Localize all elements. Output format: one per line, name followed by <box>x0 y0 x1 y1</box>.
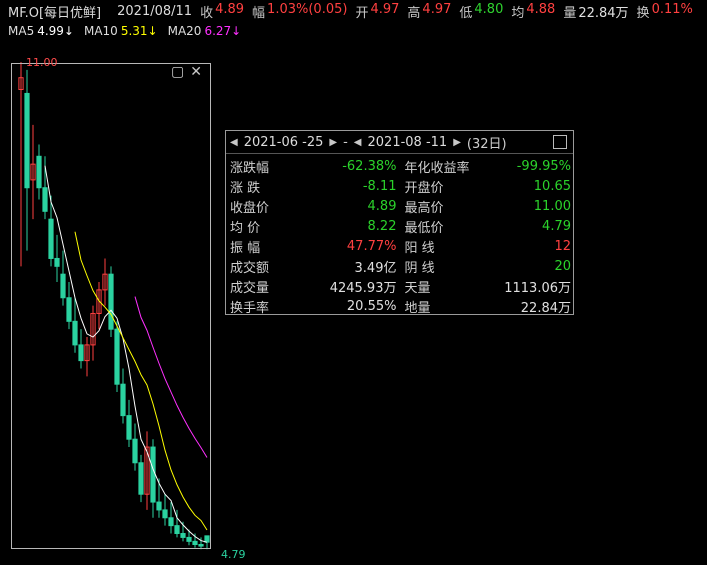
range-nav: ◀ 2021-06 -25 ▶ - ◀ 2021-08 -11 ▶ (32日) <box>226 131 573 154</box>
stats-value: 4.79 <box>542 218 571 234</box>
low-value: 4.80 <box>474 1 504 17</box>
turnover-value: 0.11% <box>651 1 693 17</box>
volume-value: 22.84万 <box>578 5 629 21</box>
quote-date: 2021/08/11 <box>117 3 193 19</box>
stats-row: 涨跌幅 -62.38% 年化收益率 -99.95% <box>226 156 575 176</box>
range-stats-panel: ◀ 2021-06 -25 ▶ - ◀ 2021-08 -11 ▶ (32日) … <box>225 130 575 316</box>
window-restore-icon[interactable]: ▢ <box>171 64 184 80</box>
open-value: 4.97 <box>370 1 400 17</box>
stats-key: 天量 <box>404 280 431 296</box>
stats-value: 3.49亿 <box>354 260 397 276</box>
volume-label: 量 <box>563 5 577 21</box>
stats-key: 年化收益率 <box>404 160 470 176</box>
stats-row: 收盘价 4.89 最高价 11.00 <box>226 196 575 216</box>
stats-table: 涨跌幅 -62.38% 年化收益率 -99.95% 涨 跌 -8.11 开盘价 … <box>226 156 575 316</box>
turnover-pair: 换 0.11% <box>637 2 693 21</box>
stats-value: 47.77% <box>346 238 397 254</box>
ma20-item: MA20 6.27↓ <box>168 24 242 38</box>
stats-value: 11.00 <box>533 198 571 214</box>
avg-pair: 均 4.88 <box>511 2 555 21</box>
low-pair: 低 4.80 <box>459 2 503 21</box>
arrow-right-icon[interactable]: ▶ <box>329 137 337 148</box>
stats-row: 振 幅 47.77% 阳 线 12 <box>226 236 575 256</box>
arrow-left-icon-2[interactable]: ◀ <box>354 137 362 148</box>
end-date[interactable]: 2021-08 -11 <box>368 135 448 150</box>
ma10-value: 5.31↓ <box>120 24 158 38</box>
volume-pair: 量 22.84万 <box>563 2 628 21</box>
close-icon[interactable]: ✕ <box>190 64 202 80</box>
open-label: 开 <box>355 5 369 21</box>
stats-key: 振 幅 <box>230 240 261 256</box>
stats-key: 均 价 <box>230 220 261 236</box>
turnover-label: 换 <box>636 5 650 21</box>
ma20-label: MA20 <box>167 24 202 38</box>
stats-value: -8.11 <box>362 178 397 194</box>
symbol-title: MF.O[每日优鲜] <box>8 5 102 21</box>
stats-key: 阴 线 <box>404 260 435 276</box>
stats-row: 成交量 4245.93万 天量 1113.06万 <box>226 276 575 296</box>
stats-key: 涨跌幅 <box>230 160 270 176</box>
avg-label: 均 <box>511 5 525 21</box>
ma10-label: MA10 <box>83 24 118 38</box>
high-label: 高 <box>407 5 421 21</box>
stats-value: 20.55% <box>346 298 397 314</box>
high-pair: 高 4.97 <box>407 2 451 21</box>
close-value: 4.89 <box>215 1 245 17</box>
arrow-left-icon[interactable]: ◀ <box>230 137 238 148</box>
ma10-item: MA10 5.31↓ <box>84 24 158 38</box>
close-pair: 收 4.89 <box>200 2 244 21</box>
stats-value: 4245.93万 <box>329 280 397 296</box>
low-price-label: 4.79 <box>221 548 246 561</box>
stats-key: 换手率 <box>230 300 270 316</box>
stats-value: 10.65 <box>533 178 571 194</box>
stats-value: -62.38% <box>342 158 397 174</box>
arrow-right-icon-2[interactable]: ▶ <box>453 137 461 148</box>
stats-row: 换手率 20.55% 地量 22.84万 <box>226 296 575 316</box>
high-price-label: 11.00 <box>26 56 58 69</box>
ma20-value: 6.27↓ <box>204 24 242 38</box>
stats-key: 最高价 <box>404 200 444 216</box>
low-label: 低 <box>459 5 473 21</box>
ma5-value: 4.99↓ <box>37 24 74 38</box>
stats-value: 20 <box>554 258 571 274</box>
change-label: 幅 <box>252 5 266 21</box>
stats-row: 成交额 3.49亿 阴 线 20 <box>226 256 575 276</box>
stats-value: 22.84万 <box>520 300 571 316</box>
stats-value: 4.89 <box>367 198 397 214</box>
stats-key: 阳 线 <box>404 240 435 256</box>
avg-value: 4.88 <box>526 1 556 17</box>
close-label: 收 <box>200 5 214 21</box>
moving-average-bar: MA5 4.99↓ MA10 5.31↓ MA20 6.27↓ <box>0 22 241 40</box>
stats-key: 收盘价 <box>230 200 270 216</box>
stats-row: 均 价 8.22 最低价 4.79 <box>226 216 575 236</box>
stats-value: -99.95% <box>516 158 571 174</box>
days-count: (32日) <box>466 136 507 152</box>
high-value: 4.97 <box>422 1 452 17</box>
quote-header: MF.O[每日优鲜] 2021/08/11 收 4.89 幅 1.03%(0.0… <box>0 0 707 22</box>
change-pair: 幅 1.03%(0.05) <box>252 2 347 21</box>
stats-value: 8.22 <box>367 218 397 234</box>
close-icon[interactable] <box>553 135 567 149</box>
date-separator: - <box>343 134 348 150</box>
range-selection-rect[interactable] <box>11 63 211 549</box>
stats-key: 地量 <box>404 300 431 316</box>
open-pair: 开 4.97 <box>355 2 399 21</box>
stats-key: 涨 跌 <box>230 180 261 196</box>
stats-row: 涨 跌 -8.11 开盘价 10.65 <box>226 176 575 196</box>
stats-value: 1113.06万 <box>504 280 571 296</box>
ma5-label: MA5 <box>8 24 35 38</box>
stats-key: 成交量 <box>230 280 270 296</box>
stats-key: 成交额 <box>230 260 270 276</box>
stats-key: 最低价 <box>404 220 444 236</box>
ma5-item: MA5 4.99↓ <box>8 24 74 38</box>
selection-controls: ▢ ✕ <box>171 64 202 80</box>
stats-value: 12 <box>554 238 571 254</box>
start-date[interactable]: 2021-06 -25 <box>244 135 324 150</box>
stats-key: 开盘价 <box>404 180 444 196</box>
change-value: 1.03%(0.05) <box>267 1 348 17</box>
